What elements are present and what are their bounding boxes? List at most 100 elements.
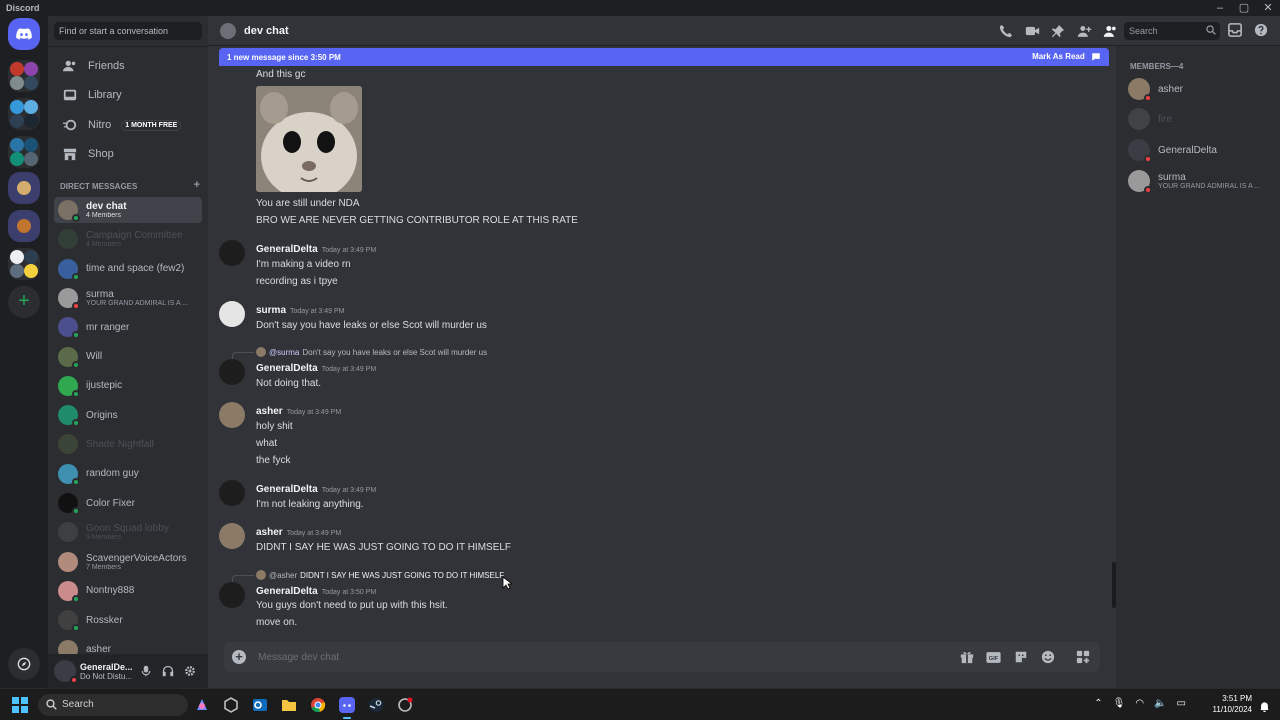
server-icon[interactable] bbox=[8, 98, 40, 130]
avatar[interactable] bbox=[219, 582, 245, 608]
app-icon[interactable] bbox=[221, 694, 241, 716]
emoji-button[interactable] bbox=[1040, 650, 1055, 665]
dm-item[interactable]: surma YOUR GRAND ADMIRAL IS A ... bbox=[54, 285, 202, 311]
member-item[interactable]: asher bbox=[1128, 76, 1276, 102]
dm-item[interactable]: Goon Squad lobby 9 Members bbox=[54, 519, 202, 545]
wifi-icon[interactable]: ◠ bbox=[1135, 698, 1144, 709]
server-icon[interactable] bbox=[8, 210, 40, 242]
nav-library[interactable]: Library bbox=[54, 82, 202, 108]
message-list[interactable]: And this gc You are still under NDA BRO WE… bbox=[208, 66, 1116, 650]
mark-as-read-button[interactable]: Mark As Read bbox=[1032, 52, 1101, 62]
search-input[interactable]: Search bbox=[1124, 22, 1220, 40]
find-conversation-input[interactable]: Find or start a conversation bbox=[54, 22, 202, 40]
gif-button[interactable]: GIF bbox=[986, 650, 1001, 665]
nav-label: Library bbox=[88, 89, 122, 101]
add-server-button[interactable]: + bbox=[8, 286, 40, 318]
dm-item[interactable]: Origins bbox=[54, 402, 202, 428]
chevron-up-icon[interactable]: ⌃ bbox=[1094, 698, 1102, 709]
nav-nitro[interactable]: Nitro 1 MONTH FREE bbox=[54, 112, 202, 138]
battery-icon[interactable]: ▭ bbox=[1177, 698, 1186, 709]
minimize-button[interactable]: – bbox=[1208, 1, 1232, 15]
inbox-button[interactable] bbox=[1228, 23, 1242, 42]
avatar[interactable] bbox=[219, 480, 245, 506]
member-item[interactable]: GeneralDelta bbox=[1128, 137, 1276, 163]
message-author[interactable]: GeneralDelta bbox=[256, 586, 318, 597]
user-settings-button[interactable] bbox=[182, 663, 198, 679]
deafen-button[interactable] bbox=[160, 663, 176, 679]
add-dm-button[interactable]: + bbox=[194, 179, 200, 191]
dm-item[interactable]: ScavengerVoiceActors 7 Members bbox=[54, 549, 202, 575]
image-attachment[interactable] bbox=[256, 86, 362, 192]
server-icon[interactable] bbox=[8, 248, 40, 280]
member-name: asher bbox=[1158, 83, 1184, 95]
avatar bbox=[58, 434, 78, 455]
reply-preview[interactable]: @surma Don't say you have leaks or else S… bbox=[256, 347, 487, 357]
copilot-app-icon[interactable] bbox=[192, 694, 212, 716]
add-user-icon bbox=[1077, 26, 1091, 37]
dm-item[interactable]: Nontny888 bbox=[54, 578, 202, 604]
dm-item[interactable]: Campaign Committee 4 Members bbox=[54, 226, 202, 252]
member-item[interactable]: surma YOUR GRAND ADMIRAL IS A ... bbox=[1128, 168, 1276, 194]
help-button[interactable] bbox=[1254, 23, 1268, 42]
avatar[interactable] bbox=[219, 402, 245, 428]
message-author[interactable]: asher bbox=[256, 406, 283, 417]
discover-button[interactable] bbox=[8, 648, 40, 680]
dm-item[interactable]: Color Fixer bbox=[54, 490, 202, 516]
message-author[interactable]: asher bbox=[256, 527, 283, 538]
member-item[interactable]: fire bbox=[1128, 106, 1276, 132]
notification-bell-icon[interactable] bbox=[1259, 699, 1270, 717]
dm-item[interactable]: Shade Nightfall bbox=[54, 431, 202, 457]
avatar[interactable] bbox=[219, 359, 245, 385]
microphone-icon[interactable]: 🎙 bbox=[1113, 698, 1126, 709]
pinned-messages-button[interactable] bbox=[1050, 23, 1066, 39]
mute-mic-button[interactable] bbox=[138, 663, 154, 679]
nav-friends[interactable]: Friends bbox=[54, 53, 202, 79]
dm-item[interactable]: ijustepic bbox=[54, 373, 202, 399]
video-call-button[interactable] bbox=[1024, 23, 1040, 39]
server-icon[interactable] bbox=[8, 172, 40, 204]
discord-app-icon[interactable] bbox=[337, 694, 357, 719]
voice-call-button[interactable] bbox=[998, 23, 1014, 39]
start-button[interactable] bbox=[12, 697, 28, 713]
apps-button[interactable] bbox=[1075, 650, 1090, 665]
reply-text: Don't say you have leaks or else Scot wi… bbox=[302, 347, 488, 357]
avatar[interactable] bbox=[54, 660, 78, 684]
avatar[interactable] bbox=[219, 240, 245, 266]
message-author[interactable]: surma bbox=[256, 305, 286, 316]
sticker-button[interactable] bbox=[1013, 650, 1028, 665]
maximize-button[interactable]: ▢ bbox=[1232, 1, 1256, 15]
dm-item[interactable]: Will bbox=[54, 344, 202, 370]
chrome-app-icon[interactable] bbox=[308, 694, 328, 716]
dm-item[interactable]: time and space (few2) bbox=[54, 256, 202, 282]
close-button[interactable]: ✕ bbox=[1256, 1, 1280, 15]
reply-mention: @asher bbox=[269, 570, 298, 580]
server-icon[interactable] bbox=[8, 60, 40, 92]
dm-item[interactable]: Rossker bbox=[54, 607, 202, 633]
home-button[interactable] bbox=[8, 18, 40, 50]
steam-app-icon[interactable] bbox=[366, 694, 386, 716]
taskbar-clock[interactable]: 3:51 PM 11/10/2024 bbox=[1213, 693, 1252, 715]
new-messages-bar[interactable]: 1 new message since 3:50 PM Mark As Read bbox=[219, 48, 1109, 66]
message-author[interactable]: GeneralDelta bbox=[256, 484, 318, 495]
message-timestamp: Today at 3:49 PM bbox=[321, 247, 377, 254]
reply-preview[interactable]: @asher DIDNT I SAY HE WAS JUST GOING TO D… bbox=[256, 570, 504, 580]
dm-item[interactable]: mr ranger bbox=[54, 314, 202, 340]
message-author[interactable]: GeneralDelta bbox=[256, 363, 318, 374]
gift-button[interactable] bbox=[959, 650, 974, 665]
file-explorer-icon[interactable] bbox=[279, 694, 299, 716]
message-author[interactable]: GeneralDelta bbox=[256, 244, 318, 255]
dm-item[interactable]: random guy bbox=[54, 461, 202, 487]
taskbar-search[interactable]: Search bbox=[38, 694, 188, 716]
outlook-app-icon[interactable] bbox=[250, 694, 270, 716]
dm-item[interactable]: dev chat 4 Members bbox=[54, 197, 202, 223]
add-friends-to-dm-button[interactable] bbox=[1076, 23, 1092, 39]
nav-shop[interactable]: Shop bbox=[54, 141, 202, 167]
upload-button[interactable]: + bbox=[232, 650, 246, 664]
avatar[interactable] bbox=[219, 523, 245, 549]
app-icon-notification[interactable] bbox=[395, 694, 415, 716]
member-list-toggle[interactable] bbox=[1102, 23, 1118, 39]
message-input[interactable] bbox=[258, 651, 959, 663]
avatar[interactable] bbox=[219, 301, 245, 327]
speaker-icon[interactable]: 🔈 bbox=[1154, 698, 1166, 709]
server-icon[interactable] bbox=[8, 136, 40, 168]
